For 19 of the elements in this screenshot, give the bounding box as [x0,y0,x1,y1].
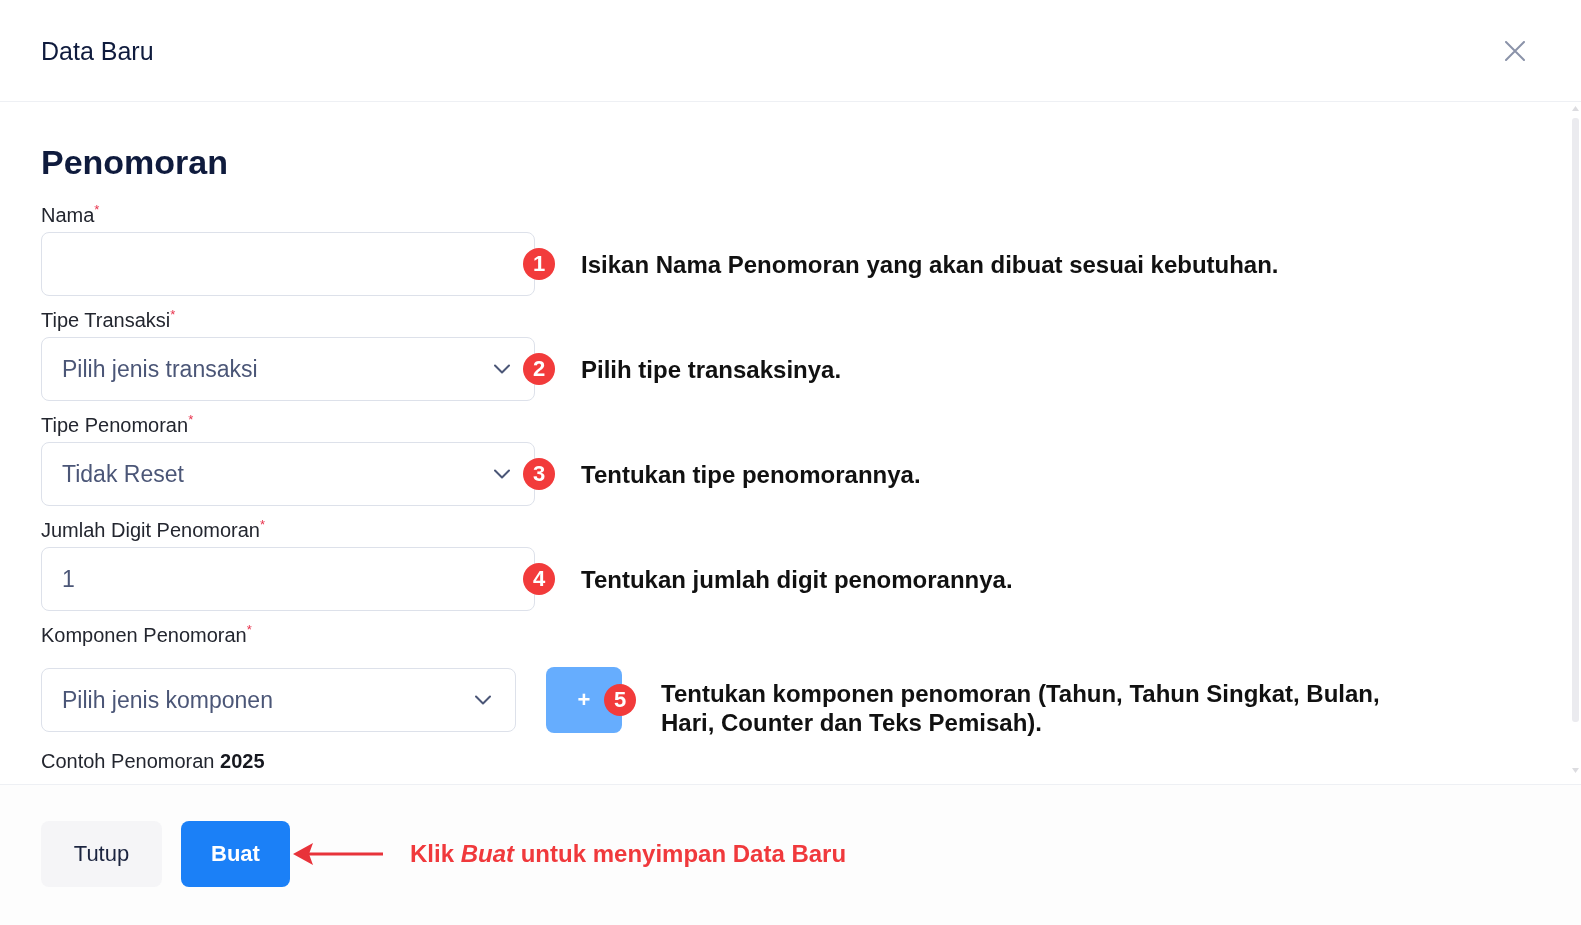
annotation-text: Tentukan tipe penomorannya. [581,459,921,489]
annotation-text: Tentukan jumlah digit penomorannya. [581,564,1013,594]
step-marker: 4 [523,563,555,595]
annotation-text: Pilih tipe transaksinya. [581,354,842,384]
step-marker: 5 [604,684,636,716]
field-label: Tipe Penomoran$^{*}$ [41,413,194,437]
section-heading: Penomoran [41,142,229,182]
field-label: Jumlah Digit Penomoran$^{*}$ [41,518,266,542]
field-label: Tipe Transaksi$^{*}$ [41,308,176,332]
annotation-text: Isikan Nama Penomoran yang akan dibuat sesuai kebutuhan. [581,249,1279,279]
step-marker: 3 [523,458,555,490]
example-text: Contoh Penomoran 2025 [41,749,265,773]
annotation-text: Tentukan komponen penomoran (Tahun, Tahun Singkat, Bulan, Hari, Counter dan Teks Pemisah). [661,679,1381,737]
field-label: Nama$^{*}$ [41,203,100,227]
callout-text: Klik Buat untuk menyimpan Data Baru [410,838,847,869]
field-label: Komponen Penomoran$^{*}$ [41,623,252,647]
step-marker: 2 [523,353,555,385]
dialog-title: Data Baru [41,35,154,66]
step-marker: 1 [523,248,555,280]
